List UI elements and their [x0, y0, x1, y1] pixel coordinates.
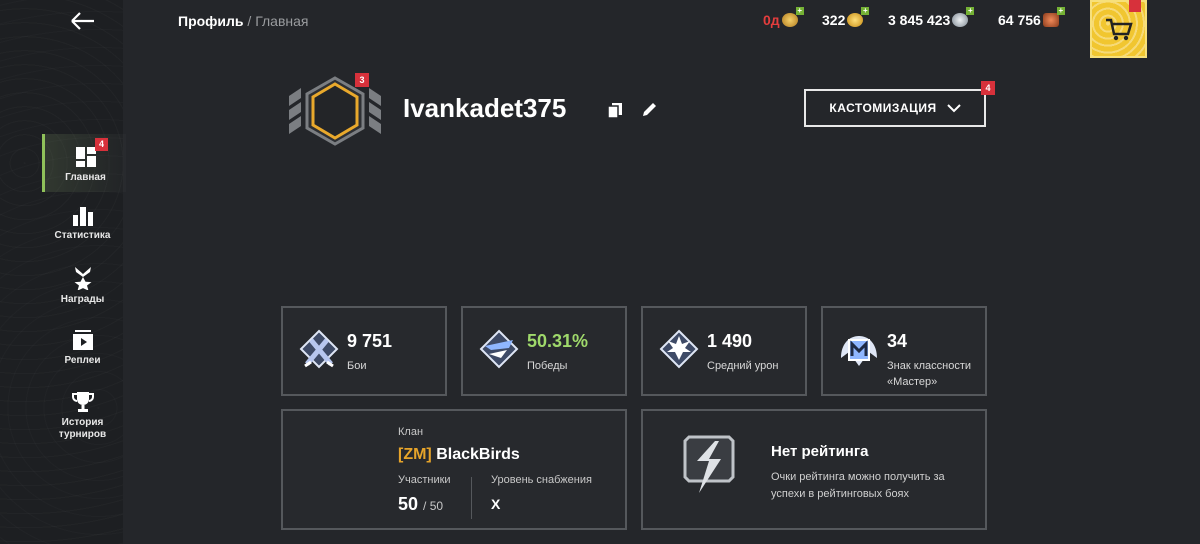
premium-days-value: 0д [763, 12, 780, 28]
replays-icon [72, 330, 93, 350]
sidebar-item-statistics[interactable]: Статистика [42, 206, 123, 242]
sidebar-item-label: Статистика [54, 230, 111, 241]
breadcrumb: Профиль / Главная [178, 13, 309, 29]
free-xp-icon [1042, 13, 1059, 27]
silver-icon [952, 13, 969, 27]
sidebar-item-awards[interactable]: Награды [42, 266, 123, 306]
rating-emblem-icon [683, 435, 735, 493]
sidebar-item-replays[interactable]: Реплеи [42, 329, 123, 367]
avg-damage-label: Средний урон [707, 360, 779, 372]
sidebar-item-label: Главная [65, 172, 106, 183]
mastery-badge-icon [841, 336, 877, 366]
silver-value: 3 845 423 [888, 12, 951, 28]
clan-label: Клан [398, 426, 424, 438]
rank-badge: 3 [355, 73, 369, 87]
premium-resource[interactable]: 0д + [763, 7, 804, 28]
chevron-down-icon [946, 103, 961, 112]
rating-title: Нет рейтинга [771, 443, 869, 460]
silver-resource[interactable]: 3 845 423 + [888, 7, 975, 28]
copy-icon[interactable] [607, 102, 623, 118]
supply-value: X [491, 496, 501, 512]
victories-icon [479, 329, 519, 369]
stat-card-battles: 9 751 Бои [281, 306, 447, 396]
sidebar-item-label: История турниров [58, 417, 107, 440]
battles-icon [299, 329, 339, 369]
gold-resource[interactable]: 322 + [822, 7, 870, 28]
arrow-left-icon [71, 12, 94, 30]
customization-button[interactable]: КАСТОМИЗАЦИЯ [804, 89, 986, 127]
breadcrumb-current: Главная [255, 13, 309, 29]
sidebar-item-label: Награды [60, 294, 105, 305]
breadcrumb-parent-link[interactable]: Профиль [178, 13, 244, 29]
victories-value: 50.31% [527, 331, 589, 351]
sidebar-item-home[interactable]: 4 Главная [42, 134, 126, 192]
statistics-icon [72, 207, 93, 226]
customization-badge: 4 [981, 81, 995, 95]
plus-icon: + [966, 6, 975, 15]
plus-icon: + [1056, 6, 1065, 15]
stat-card-mastery: 34 Знак классности «Мастер» [821, 306, 987, 396]
breadcrumb-separator: / [247, 13, 252, 29]
avg-damage-icon [659, 329, 699, 369]
supply-label: Уровень снабжения [491, 474, 592, 486]
members-value: 50 / 50 [398, 494, 443, 515]
back-button[interactable] [68, 8, 98, 34]
mastery-label: Знак классности «Мастер» [887, 360, 972, 388]
members-max: / 50 [423, 499, 444, 513]
free-xp-resource[interactable]: 64 756 + [998, 7, 1065, 28]
gold-icon [847, 13, 864, 27]
sidebar-item-label: Реплеи [64, 355, 101, 366]
avg-damage-value: 1 490 [707, 331, 753, 351]
rating-card[interactable]: Нет рейтинга Очки рейтинга можно получит… [641, 409, 987, 530]
clan-card[interactable]: Клан [ZM] BlackBirds Участники 50 / 50 У… [281, 409, 627, 530]
members-count: 50 [398, 494, 419, 514]
battles-value: 9 751 [347, 331, 393, 351]
shop-notification-badge [1129, 0, 1141, 12]
battles-label: Бои [347, 360, 367, 372]
stat-card-avg-damage: 1 490 Средний урон [641, 306, 807, 396]
divider [471, 477, 472, 519]
cart-icon [1106, 18, 1133, 41]
mastery-value: 34 [887, 331, 908, 351]
sidebar: 4 Главная Статистика Награды Реплеи Исто… [0, 0, 126, 544]
plus-icon: + [795, 6, 804, 15]
clan-tag: [ZM] [398, 446, 432, 463]
clan-name[interactable]: [ZM] BlackBirds [398, 446, 520, 464]
premium-icon [781, 13, 798, 27]
clan-name-text: BlackBirds [436, 446, 520, 463]
home-dashboard-icon [75, 147, 96, 167]
sidebar-item-tournament-history[interactable]: История турниров [42, 391, 123, 441]
username: Ivankadet375 [403, 93, 567, 123]
members-label: Участники [398, 474, 451, 486]
notification-badge: 4 [95, 138, 108, 151]
rating-description: Очки рейтинга можно получить за успехи в… [771, 471, 945, 500]
plus-icon: + [861, 6, 870, 15]
customization-label: КАСТОМИЗАЦИЯ [829, 101, 937, 115]
stat-card-victories: 50.31% Победы [461, 306, 627, 396]
awards-icon [74, 267, 91, 290]
edit-pencil-icon[interactable] [641, 101, 658, 118]
gold-value: 322 [822, 12, 846, 28]
victories-label: Победы [527, 360, 568, 372]
free-xp-value: 64 756 [998, 12, 1041, 28]
trophy-icon [71, 392, 94, 412]
